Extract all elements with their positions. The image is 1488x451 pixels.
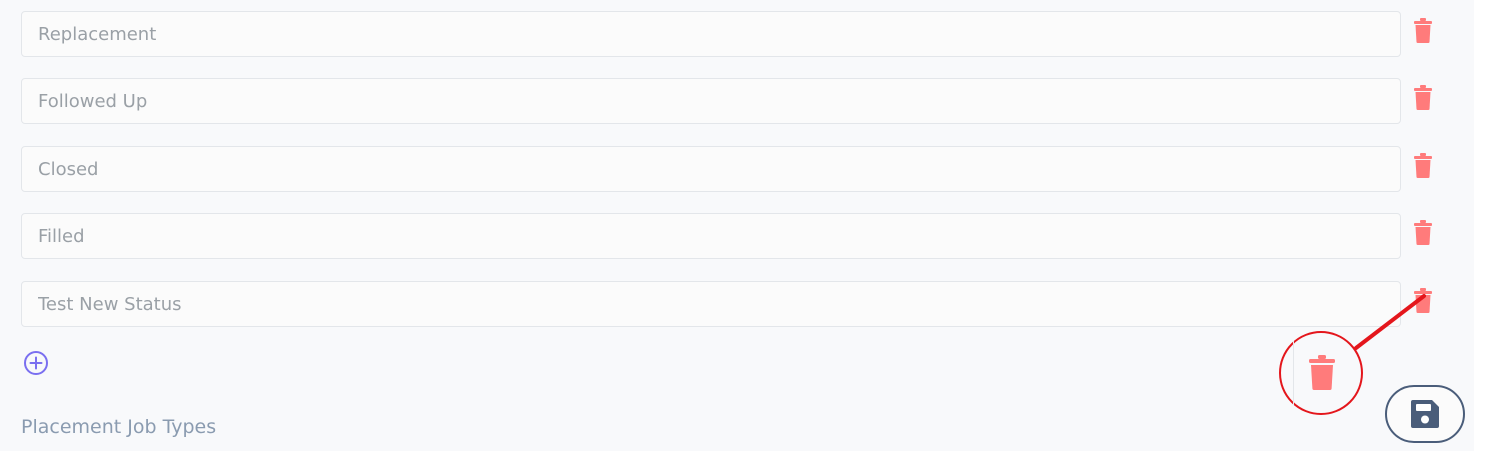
trash-icon — [1414, 18, 1432, 43]
callout-divider — [1293, 341, 1294, 405]
trash-icon — [1414, 85, 1432, 110]
delete-status-button[interactable] — [1412, 18, 1434, 44]
status-row — [21, 11, 1461, 59]
status-row — [21, 281, 1461, 329]
save-button[interactable] — [1385, 385, 1465, 443]
delete-status-button[interactable] — [1412, 85, 1434, 111]
trash-icon — [1309, 355, 1335, 390]
statuses-panel: Placement Job Types — [0, 0, 1474, 451]
delete-status-button[interactable] — [1412, 220, 1434, 246]
delete-status-button[interactable] — [1412, 153, 1434, 179]
status-row — [21, 78, 1461, 126]
status-input-replacement[interactable] — [21, 11, 1401, 57]
section-title-placement-job-types: Placement Job Types — [21, 416, 217, 438]
status-row — [21, 213, 1461, 261]
floppy-disk-icon — [1411, 400, 1439, 428]
add-status-button[interactable] — [23, 350, 49, 376]
status-input-closed[interactable] — [21, 146, 1401, 192]
status-row — [21, 146, 1461, 194]
delete-status-button[interactable] — [1412, 288, 1434, 314]
plus-circle-icon — [24, 351, 48, 375]
status-input-test-new-status[interactable] — [21, 281, 1401, 327]
trash-icon — [1414, 288, 1432, 313]
trash-icon — [1414, 153, 1432, 178]
status-input-followed-up[interactable] — [21, 78, 1401, 124]
status-input-filled[interactable] — [21, 213, 1401, 259]
trash-icon — [1414, 220, 1432, 245]
